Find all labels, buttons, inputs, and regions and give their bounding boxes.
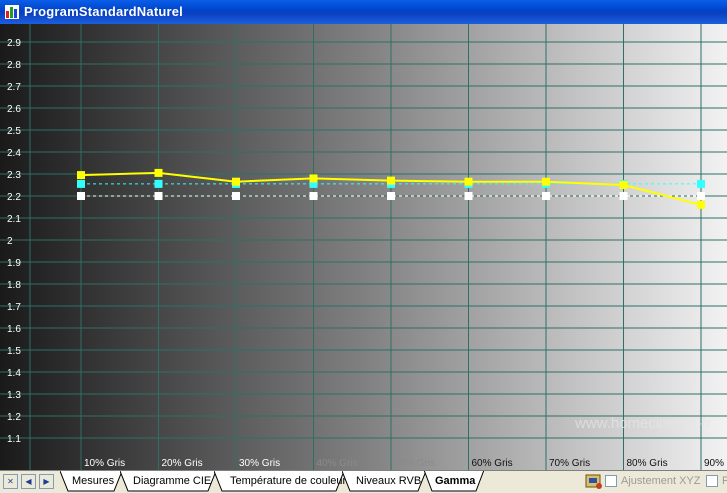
y-tick-label: 1.4 xyxy=(7,368,21,379)
tab-diagramme-cie[interactable]: Diagramme CIE xyxy=(120,471,216,492)
tab-gamma[interactable]: Gamma xyxy=(424,471,484,492)
x-tick-label: 40% Gris xyxy=(317,458,358,469)
data-point xyxy=(542,192,550,200)
x-tick-label: 60% Gris xyxy=(472,458,513,469)
extra-checkbox[interactable] xyxy=(706,475,718,487)
ajustement-xyz-checkbox[interactable] xyxy=(605,475,617,487)
x-tick-label: 70% Gris xyxy=(549,458,590,469)
bar-chart-icon xyxy=(5,5,19,19)
data-point xyxy=(77,192,85,200)
y-tick-label: 1.6 xyxy=(7,324,21,335)
y-tick-label: 1.1 xyxy=(7,434,21,445)
data-point xyxy=(309,174,318,183)
data-point xyxy=(387,176,395,185)
ajustement-xyz-label: Ajustement XYZ xyxy=(621,475,701,487)
next-tab-button[interactable]: ▶ xyxy=(39,474,54,489)
y-tick-label: 2.8 xyxy=(7,60,21,71)
y-tick-label: 1.5 xyxy=(7,346,21,357)
y-tick-label: 1.2 xyxy=(7,412,21,423)
data-point xyxy=(619,192,628,200)
data-point xyxy=(697,179,705,188)
y-tick-label: 2.1 xyxy=(7,214,21,225)
tab-temperature-couleur[interactable]: Température de couleur xyxy=(214,471,347,492)
x-tick-label: 10% Gris xyxy=(84,458,125,469)
data-point xyxy=(542,177,550,186)
data-point xyxy=(154,192,163,200)
data-point xyxy=(77,171,85,180)
window-title: ProgramStandardNaturel xyxy=(24,4,183,19)
x-tick-label: 80% Gris xyxy=(627,458,668,469)
y-tick-label: 2.9 xyxy=(7,38,21,49)
y-tick-label: 2.5 xyxy=(7,126,21,137)
data-point xyxy=(232,177,240,186)
data-point xyxy=(619,181,628,189)
tab-niveaux-rvb[interactable]: Niveaux RVB xyxy=(342,471,426,492)
x-tick-label: 30% Gris xyxy=(239,458,280,469)
x-tick-label: 50% Gris xyxy=(394,458,435,469)
data-point xyxy=(232,192,240,200)
y-tick-label: 1.8 xyxy=(7,280,21,291)
x-tick-label: 20% Gris xyxy=(162,458,203,469)
tab-bar: ✕ ◀ ▶ Mesures Diagramme CIE Température … xyxy=(0,470,727,493)
title-bar: ProgramStandardNaturel xyxy=(0,0,727,24)
y-tick-label: 1.7 xyxy=(7,302,21,313)
data-point xyxy=(697,200,705,209)
calibration-icon[interactable] xyxy=(585,473,603,490)
data-point xyxy=(154,179,163,188)
tab-mesures[interactable]: Mesures xyxy=(60,471,122,492)
y-tick-label: 2.6 xyxy=(7,104,21,115)
data-point xyxy=(464,177,473,186)
chart-background xyxy=(0,24,727,470)
tab-label: Gamma xyxy=(435,475,476,487)
tab-label: Température de couleur xyxy=(230,475,347,487)
data-point xyxy=(154,168,163,177)
data-point xyxy=(309,192,318,200)
y-tick-label: 2 xyxy=(7,236,13,247)
y-tick-label: 2.7 xyxy=(7,82,21,93)
first-tab-button[interactable]: ✕ xyxy=(3,474,18,489)
data-point xyxy=(387,192,395,200)
tab-label: Niveaux RVB xyxy=(356,475,422,487)
watermark: www.homecinema-fr xyxy=(574,415,711,432)
y-tick-label: 1.9 xyxy=(7,258,21,269)
data-point xyxy=(77,179,85,188)
data-point xyxy=(697,192,705,200)
gamma-chart: 2.9 2.8 2.7 2.6 2.5 2.4 2.3 2.2 2.1 2 1.9 1.8 1.7 1.6… xyxy=(0,24,727,470)
data-point xyxy=(464,192,473,200)
extra-label: F xyxy=(722,475,727,487)
x-tick-label: 90% Gris xyxy=(704,458,727,469)
prev-tab-button[interactable]: ◀ xyxy=(21,474,36,489)
y-tick-label: 2.3 xyxy=(7,170,21,181)
y-tick-label: 2.4 xyxy=(7,148,21,159)
y-tick-label: 1.3 xyxy=(7,390,21,401)
y-tick-label: 2.2 xyxy=(7,192,21,203)
tab-label: Diagramme CIE xyxy=(133,475,212,487)
tab-label: Mesures xyxy=(72,475,115,487)
